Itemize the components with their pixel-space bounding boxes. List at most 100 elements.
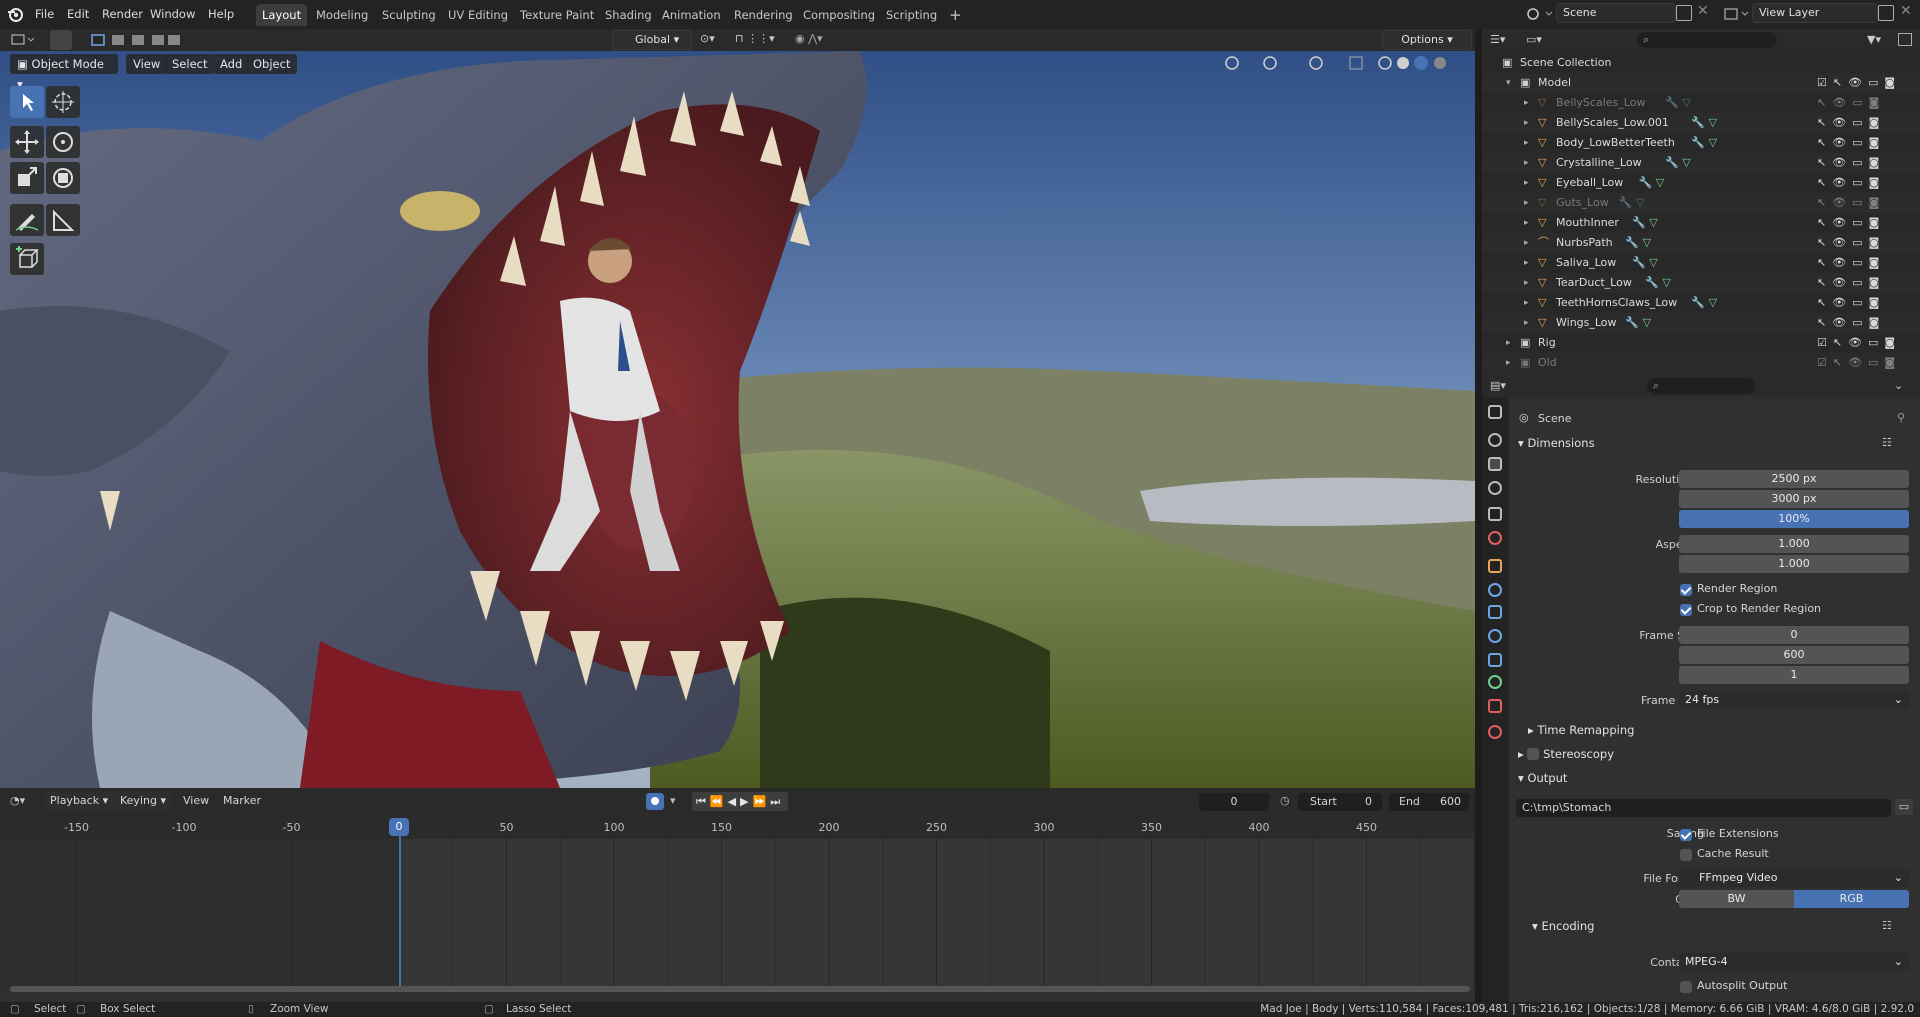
modifier-icon[interactable]: 🔧 ▽	[1639, 173, 1665, 193]
expand-arrow-icon[interactable]: ▸	[1524, 213, 1529, 233]
modifier-icon[interactable]: 🔧 ▽	[1619, 193, 1645, 213]
add-workspace-icon[interactable]: +	[943, 4, 968, 26]
outliner-item-name[interactable]: BellyScales_Low	[1556, 93, 1645, 113]
timeline-scrollbar[interactable]	[10, 986, 1470, 992]
visibility-toggles-icon[interactable]: ↖👁▭◙	[1817, 313, 1885, 333]
outliner-item-name[interactable]: Rig	[1538, 333, 1556, 353]
expand-arrow-icon[interactable]: ▸	[1524, 273, 1529, 293]
color-rgb-button[interactable]: RGB	[1794, 890, 1909, 908]
modifier-tab-icon[interactable]	[1488, 583, 1502, 597]
cache-result-checkbox[interactable]	[1680, 849, 1692, 861]
material-tab-icon[interactable]	[1488, 699, 1502, 713]
constraints-tab-icon[interactable]	[1488, 653, 1502, 667]
selection-mode-icons[interactable]	[90, 32, 182, 48]
playback-menu[interactable]: Playback ▾	[44, 791, 115, 811]
expand-arrow-icon[interactable]: ▸	[1506, 333, 1511, 353]
outliner-item-name[interactable]: Crystalline_Low	[1556, 153, 1642, 173]
tab-rendering[interactable]: Rendering	[728, 4, 799, 26]
outliner-item-name[interactable]: Eyeball_Low	[1556, 173, 1623, 193]
expand-arrow-icon[interactable]: ▸	[1506, 353, 1511, 373]
delete-view-layer-icon[interactable]: ✕	[1900, 3, 1912, 19]
modifier-icon[interactable]: 🔧 ▽	[1625, 313, 1651, 333]
file-extensions-checkbox[interactable]	[1680, 829, 1692, 841]
color-bw-button[interactable]: BW	[1679, 890, 1794, 908]
outliner-item-name[interactable]: Wings_Low	[1556, 313, 1617, 333]
timeline-editor[interactable]: ◔▾ Playback ▾ Keying ▾ View Marker ▾ ⏮⏪◀…	[0, 788, 1475, 1002]
tab-compositing[interactable]: Compositing	[797, 4, 881, 26]
outliner-row[interactable]: ▸ ⌒ NurbsPath 🔧 ▽ ↖👁▭◙	[1482, 233, 1920, 253]
outliner-row[interactable]: ▸ ▽ TearDuct_Low 🔧 ▽ ↖👁▭◙	[1482, 273, 1920, 293]
dimensions-section-header[interactable]: ▾ Dimensions	[1518, 432, 1595, 454]
container-dropdown[interactable]: MPEG-4 ⌄	[1679, 953, 1909, 971]
pin-icon[interactable]: ⚲	[1897, 411, 1905, 424]
modifier-icon[interactable]: 🔧 ▽	[1665, 153, 1691, 173]
tab-modeling[interactable]: Modeling	[310, 4, 374, 26]
record-options-icon[interactable]: ▾	[670, 794, 676, 807]
rotate-tool-icon[interactable]	[46, 126, 80, 158]
object-mode-dropdown[interactable]: ▣ Object Mode ▾	[10, 54, 118, 91]
encoding-presets-icon[interactable]: ☷	[1882, 919, 1892, 932]
visibility-toggles-icon[interactable]: ↖👁▭◙	[1817, 213, 1885, 233]
frame-rate-dropdown[interactable]: 24 fps ⌄	[1679, 691, 1909, 709]
outliner-editor-type-icon[interactable]: ☰▾	[1490, 33, 1505, 46]
proportional-edit-icon[interactable]: ◉ ⋀▾	[795, 32, 823, 45]
view-layer-icon[interactable]	[1722, 5, 1752, 23]
visibility-toggles-icon[interactable]: ☑↖👁▭◙	[1817, 73, 1901, 93]
modifier-icon[interactable]: 🔧 ▽	[1691, 133, 1717, 153]
file-format-dropdown[interactable]: FFmpeg Video ⌄	[1679, 869, 1909, 887]
output-path-field[interactable]: C:\tmp\Stomach	[1516, 799, 1891, 817]
end-frame-field[interactable]: End 600	[1389, 793, 1469, 811]
outliner-row[interactable]: ▾ ▣ Model ☑↖👁▭◙	[1482, 73, 1920, 93]
outliner-item-name[interactable]: BellyScales_Low.001	[1556, 113, 1669, 133]
expand-arrow-icon[interactable]: ▸	[1524, 173, 1529, 193]
expand-arrow-icon[interactable]: ▸	[1524, 293, 1529, 313]
orientation-dropdown[interactable]: Global ▾	[612, 30, 692, 50]
tab-sculpting[interactable]: Sculpting	[376, 4, 442, 26]
expand-arrow-icon[interactable]: ▾	[1506, 73, 1511, 93]
annotate-tool-icon[interactable]	[10, 204, 44, 236]
expand-arrow-icon[interactable]: ▸	[1524, 133, 1529, 153]
outliner-item-name[interactable]: Model	[1538, 73, 1571, 93]
visibility-toggles-icon[interactable]: ☑↖👁▭◙	[1817, 333, 1901, 353]
expand-arrow-icon[interactable]: ▸	[1524, 153, 1529, 173]
modifier-icon[interactable]: 🔧 ▽	[1665, 93, 1691, 113]
expand-arrow-icon[interactable]: ▸	[1524, 93, 1529, 113]
viewport-menu-view[interactable]: View	[126, 54, 168, 74]
render-region-checkbox[interactable]	[1680, 584, 1692, 596]
outliner-item-name[interactable]: Old	[1538, 353, 1557, 373]
select-box-tool-icon[interactable]	[10, 86, 44, 118]
outliner-item-name[interactable]: NurbsPath	[1556, 233, 1613, 253]
current-frame-field[interactable]: 0	[1199, 793, 1269, 811]
tab-scripting[interactable]: Scripting	[880, 4, 943, 26]
visibility-toggles-icon[interactable]: ↖👁▭◙	[1817, 193, 1885, 213]
visibility-toggles-icon[interactable]: ↖👁▭◙	[1817, 93, 1885, 113]
tab-texture-paint[interactable]: Texture Paint	[514, 4, 600, 26]
properties-search-input[interactable]: ⌕	[1647, 378, 1755, 394]
scale-tool-icon[interactable]	[10, 162, 44, 194]
editor-type-icon[interactable]	[10, 32, 38, 48]
outliner-row[interactable]: ▸ ▽ TeethHornsClaws_Low 🔧 ▽ ↖👁▭◙	[1482, 293, 1920, 313]
res-y-field[interactable]: 3000 px	[1679, 490, 1909, 508]
expand-arrow-icon[interactable]: ▸	[1524, 253, 1529, 273]
time-remapping-header[interactable]: ▸ Time Remapping	[1528, 719, 1634, 741]
outliner-row[interactable]: ▸ ▽ MouthInner 🔧 ▽ ↖👁▭◙	[1482, 213, 1920, 233]
playback-controls[interactable]: ⏮⏪◀▶⏩⏭	[692, 792, 789, 811]
pivot-icon[interactable]: ⊙▾	[700, 32, 715, 45]
output-section-header[interactable]: ▾ Output	[1518, 767, 1567, 789]
playhead[interactable]: 0	[389, 818, 409, 836]
add-cube-tool-icon[interactable]	[10, 243, 44, 275]
cursor-tool-icon[interactable]	[46, 86, 80, 118]
start-frame-field[interactable]: Start 0	[1298, 793, 1382, 811]
frame-step-field[interactable]: 1	[1679, 666, 1909, 684]
modifier-icon[interactable]: 🔧 ▽	[1625, 233, 1651, 253]
folder-icon[interactable]: ▭	[1895, 799, 1913, 815]
tool-tab-icon[interactable]	[1488, 405, 1502, 419]
render-tab-icon[interactable]	[1488, 433, 1502, 447]
expand-arrow-icon[interactable]: ▸	[1524, 313, 1529, 333]
stereoscopy-header[interactable]: ▸ Stereoscopy	[1518, 743, 1614, 765]
use-preview-range-icon[interactable]: ◷	[1280, 794, 1290, 807]
frame-end-field[interactable]: 600	[1679, 646, 1909, 664]
visibility-toggles-icon[interactable]: ☑↖👁▭◙	[1817, 353, 1901, 373]
texture-tab-icon[interactable]	[1488, 725, 1502, 739]
modifier-icon[interactable]: 🔧 ▽	[1691, 293, 1717, 313]
